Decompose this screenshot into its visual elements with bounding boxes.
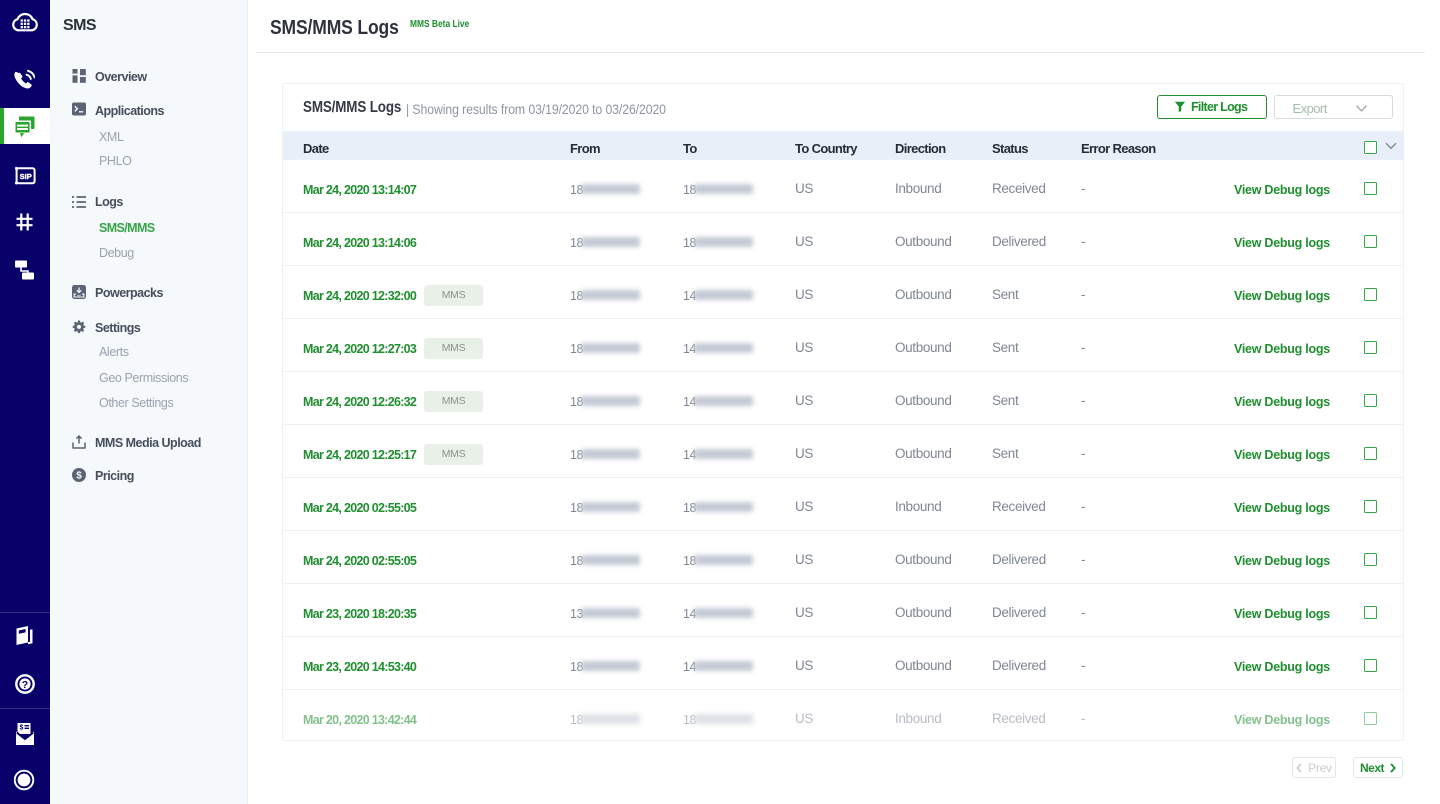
svg-text:?: ? <box>22 679 28 691</box>
svg-text:SIP: SIP <box>20 172 32 181</box>
svg-text:$: $ <box>76 470 82 481</box>
svg-text:$: $ <box>20 725 24 732</box>
